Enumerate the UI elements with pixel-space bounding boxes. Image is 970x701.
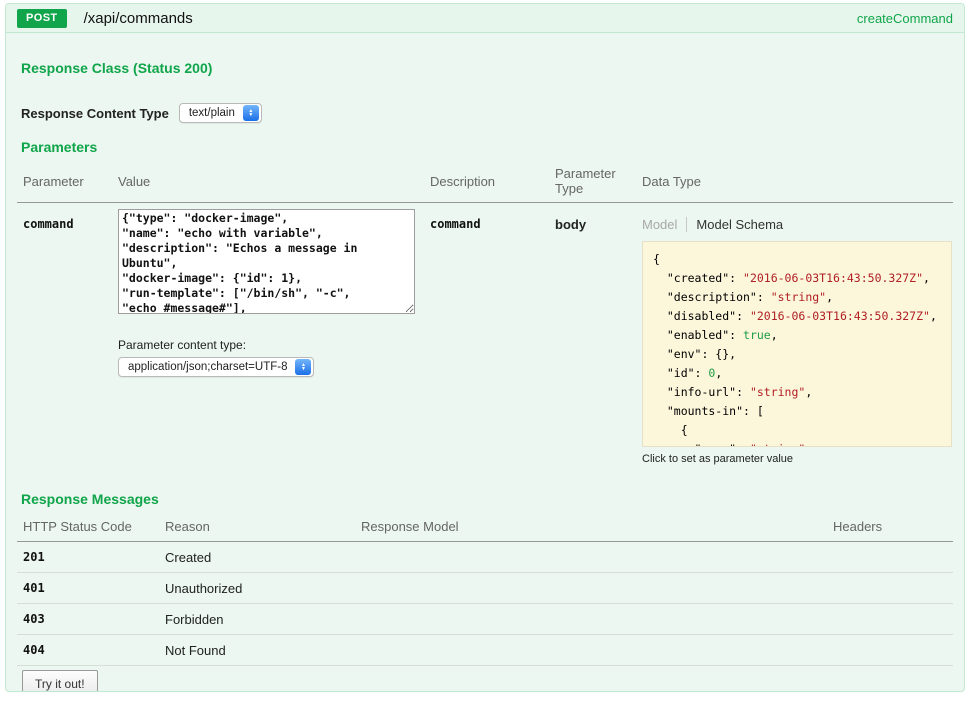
response-message-row: 401 Unauthorized xyxy=(17,573,953,604)
parameters-heading: Parameters xyxy=(21,139,953,155)
model-tabs: Model Model Schema xyxy=(642,209,953,232)
tab-model[interactable]: Model xyxy=(642,217,677,232)
parameters-table-header: Parameter Value Description Parameter Ty… xyxy=(17,162,953,203)
parameter-type-value: body xyxy=(549,209,636,465)
select-stepper-icon: ▲▼ xyxy=(295,359,311,375)
operation-heading-bar: POST /xapi/commands createCommand xyxy=(6,4,964,33)
col-header-value: Value xyxy=(112,174,424,189)
try-it-out-button[interactable]: Try it out! xyxy=(22,670,98,692)
parameter-content-type-select[interactable]: application/json;charset=UTF-8 ▲▼ xyxy=(118,357,314,377)
col-header-response-model: Response Model xyxy=(355,519,827,534)
response-messages-header: HTTP Status Code Reason Response Model H… xyxy=(17,516,953,542)
response-content-type-value: text/plain xyxy=(189,107,235,119)
operation-name-link[interactable]: createCommand xyxy=(857,11,953,26)
col-header-description: Description xyxy=(424,174,549,189)
parameter-row: command {"type": "docker-image", "name":… xyxy=(17,203,953,465)
status-code: 404 xyxy=(17,643,159,657)
status-reason: Not Found xyxy=(159,643,355,658)
parameter-description: command xyxy=(424,209,549,465)
status-reason: Forbidden xyxy=(159,612,355,627)
col-header-http-status-code: HTTP Status Code xyxy=(17,519,159,534)
data-type-cell: Model Model Schema { "created": "2016-06… xyxy=(636,209,953,465)
parameter-content-type-value: application/json;charset=UTF-8 xyxy=(128,361,287,373)
schema-click-hint: Click to set as parameter value xyxy=(642,453,953,465)
parameter-value-textarea[interactable]: {"type": "docker-image", "name": "echo w… xyxy=(118,209,415,314)
status-code: 403 xyxy=(17,612,159,626)
http-method-badge: POST xyxy=(17,9,67,28)
col-header-data-type: Data Type xyxy=(636,174,953,189)
response-messages-heading: Response Messages xyxy=(21,491,953,507)
parameter-name: command xyxy=(17,209,112,465)
col-header-parameter: Parameter xyxy=(17,174,112,189)
response-messages-table: HTTP Status Code Reason Response Model H… xyxy=(17,516,953,666)
operation-panel: POST /xapi/commands createCommand Respon… xyxy=(5,3,965,692)
parameter-value-cell: {"type": "docker-image", "name": "echo w… xyxy=(112,209,424,465)
col-header-parameter-type: Parameter Type xyxy=(549,166,636,196)
status-reason: Unauthorized xyxy=(159,581,355,596)
endpoint-path-link[interactable]: /xapi/commands xyxy=(84,10,193,27)
model-schema-code: { "created": "2016-06-03T16:43:50.327Z",… xyxy=(653,250,941,447)
response-message-row: 404 Not Found xyxy=(17,635,953,666)
response-content-type-label: Response Content Type xyxy=(21,106,169,121)
operation-content: Response Class (Status 200) Response Con… xyxy=(6,33,964,692)
model-schema-box[interactable]: { "created": "2016-06-03T16:43:50.327Z",… xyxy=(642,241,952,447)
status-code: 201 xyxy=(17,550,159,564)
parameter-content-type-label: Parameter content type: xyxy=(118,338,424,352)
response-message-row: 403 Forbidden xyxy=(17,604,953,635)
tab-model-schema[interactable]: Model Schema xyxy=(696,217,783,232)
status-reason: Created xyxy=(159,550,355,565)
col-header-reason: Reason xyxy=(159,519,355,534)
response-content-type-row: Response Content Type text/plain ▲▼ xyxy=(21,102,953,124)
response-class-heading: Response Class (Status 200) xyxy=(21,33,953,76)
parameters-table: Parameter Value Description Parameter Ty… xyxy=(17,162,953,465)
tab-divider xyxy=(686,217,687,232)
response-content-type-select[interactable]: text/plain ▲▼ xyxy=(179,103,262,123)
select-stepper-icon: ▲▼ xyxy=(243,105,259,121)
status-code: 401 xyxy=(17,581,159,595)
response-message-row: 201 Created xyxy=(17,542,953,573)
col-header-headers: Headers xyxy=(827,519,953,534)
